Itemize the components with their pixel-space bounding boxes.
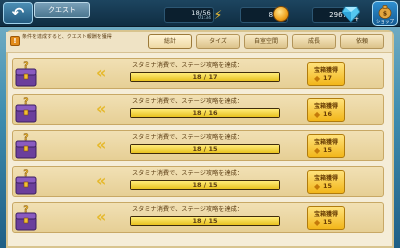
treasure-chest-icon: ? (14, 59, 38, 89)
back-button[interactable]: ↶ (3, 2, 33, 24)
treasure-chest-icon: ? (14, 167, 38, 197)
treasure-chest-icon: ? (14, 203, 38, 233)
quest-progress-bar: 18 / 15 (130, 216, 280, 226)
progress-text: 18 / 15 (192, 181, 218, 189)
quest-description: スタミナ消費で、ステージ攻略を達成： (132, 206, 244, 213)
back-arrow-icon: ↶ (11, 4, 25, 22)
shop-button[interactable]: $ ショップ (372, 1, 398, 26)
reward-count: 15 (323, 218, 333, 226)
notice-text: 条件を達成すると、クエスト報酬を獲得 (22, 34, 112, 40)
double-chevron-icon: « (96, 135, 106, 154)
reward-label: 宝箱獲得 (313, 103, 338, 110)
stamina-timer: 01:34 (198, 16, 211, 21)
ticket-icon: ◆ (314, 182, 321, 191)
tab-total[interactable]: 総計 (148, 34, 192, 49)
progress-text: 18 / 17 (192, 73, 218, 81)
svg-text:?: ? (23, 97, 28, 107)
quest-description: スタミナ消費で、ステージ攻略を達成： (132, 170, 244, 177)
svg-text:$: $ (383, 11, 387, 18)
gold-coin-icon[interactable] (273, 6, 289, 22)
svg-text:?: ? (23, 61, 28, 71)
gem-icon[interactable]: + (342, 6, 360, 22)
quest-description: スタミナ消費で、ステージ攻略を達成： (132, 134, 244, 141)
claim-reward-button[interactable]: 宝箱獲得 ◆ 16 (307, 98, 345, 122)
double-chevron-icon: « (96, 99, 106, 118)
svg-text:?: ? (23, 205, 28, 215)
ticket-icon: ◆ (314, 74, 321, 83)
lightning-icon[interactable]: ⚡ (212, 8, 224, 22)
progress-text: 18 / 15 (192, 217, 218, 225)
claim-reward-button[interactable]: 宝箱獲得 ◆ 17 (307, 62, 345, 86)
progress-text: 18 / 15 (192, 145, 218, 153)
shop-label: ショップ (376, 20, 394, 25)
reward-count: 15 (323, 146, 333, 154)
quest-description: スタミナ消費で、ステージ攻略を達成： (132, 62, 244, 69)
money-bag-icon: $ (378, 5, 392, 19)
tab-ties[interactable]: タイズ (196, 34, 240, 49)
svg-text:+: + (354, 16, 359, 22)
reward-label: 宝箱獲得 (313, 139, 338, 146)
treasure-chest-icon: ? (14, 131, 38, 161)
ticket-icon: ◆ (314, 146, 321, 155)
tab-growth[interactable]: 成長 (292, 34, 336, 49)
reward-label: 宝箱獲得 (313, 175, 338, 182)
quest-progress-bar: 18 / 16 (130, 108, 280, 118)
reward-label: 宝箱獲得 (313, 211, 338, 218)
double-chevron-icon: « (96, 63, 106, 82)
reward-count: 17 (323, 74, 333, 82)
double-chevron-icon: « (96, 207, 106, 226)
claim-reward-button[interactable]: 宝箱獲得 ◆ 15 (307, 170, 345, 194)
ticket-icon: ◆ (314, 110, 321, 119)
tab-room[interactable]: 自室空間 (244, 34, 288, 49)
reward-count: 15 (323, 182, 333, 190)
svg-text:?: ? (23, 133, 28, 143)
tab-request[interactable]: 依頼 (340, 34, 384, 49)
quest-progress-bar: 18 / 15 (130, 144, 280, 154)
claim-reward-button[interactable]: 宝箱獲得 ◆ 15 (307, 134, 345, 158)
claim-reward-button[interactable]: 宝箱獲得 ◆ 15 (307, 206, 345, 230)
progress-text: 18 / 16 (192, 109, 218, 117)
screen-title: クエスト (34, 2, 90, 18)
quest-description: スタミナ消費で、ステージ攻略を達成： (132, 98, 244, 105)
notice-icon: ! (10, 36, 20, 46)
quest-progress-bar: 18 / 15 (130, 180, 280, 190)
treasure-chest-icon: ? (14, 95, 38, 125)
double-chevron-icon: « (96, 171, 106, 190)
svg-text:?: ? (23, 169, 28, 179)
reward-count: 16 (323, 110, 333, 118)
ticket-icon: ◆ (314, 218, 321, 227)
quest-progress-bar: 18 / 17 (130, 72, 280, 82)
stamina-display: 18/56 01:34 (164, 7, 214, 23)
reward-label: 宝箱獲得 (313, 67, 338, 74)
